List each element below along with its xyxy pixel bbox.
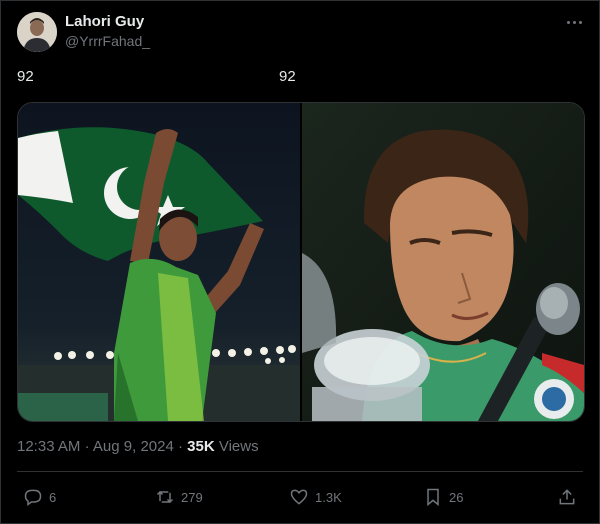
tweet-media[interactable]	[17, 102, 585, 422]
like-count: 1.3K	[315, 489, 342, 505]
author-name[interactable]: Lahori Guy	[65, 13, 144, 30]
bookmark-button[interactable]: 26	[423, 483, 463, 511]
divider	[17, 471, 583, 472]
avatar-photo	[17, 12, 57, 52]
reply-icon	[24, 489, 42, 506]
views-count: 35K	[187, 438, 215, 455]
more-horizontal-icon[interactable]	[563, 13, 587, 33]
share-button[interactable]	[557, 483, 577, 511]
meta-separator: ·	[177, 438, 183, 455]
repost-count: 279	[181, 489, 203, 505]
tweet-meta: 12:33 AM · Aug 9, 2024 · 35K Views	[17, 438, 259, 455]
repost-button[interactable]: 279	[155, 483, 203, 511]
bookmark-icon	[427, 488, 439, 507]
tweet-text-left: 92	[17, 68, 34, 85]
reply-count: 6	[49, 489, 57, 505]
tweet-card: Lahori Guy @YrrrFahad_ 92 92 12:33 AM · …	[0, 0, 600, 524]
avatar[interactable]	[17, 12, 57, 52]
portrait-with-trophy-photo[interactable]	[302, 103, 584, 421]
tweet-date[interactable]: Aug 9, 2024	[93, 438, 174, 455]
bookmark-count: 26	[449, 489, 464, 505]
tweet-time[interactable]: 12:33 AM	[17, 438, 80, 455]
athlete-with-flag-photo[interactable]	[18, 103, 300, 421]
meta-separator: ·	[84, 438, 90, 455]
views-label: Views	[218, 438, 259, 455]
share-icon	[559, 489, 575, 505]
heart-icon	[290, 489, 308, 505]
like-button[interactable]: 1.3K	[289, 483, 342, 511]
tweet-text-right: 92	[279, 68, 296, 85]
repost-icon	[156, 490, 174, 504]
action-bar: 6 279 1.3K 26	[1, 483, 600, 511]
reply-button[interactable]: 6	[23, 483, 56, 511]
author-handle[interactable]: @YrrrFahad_	[65, 33, 150, 49]
